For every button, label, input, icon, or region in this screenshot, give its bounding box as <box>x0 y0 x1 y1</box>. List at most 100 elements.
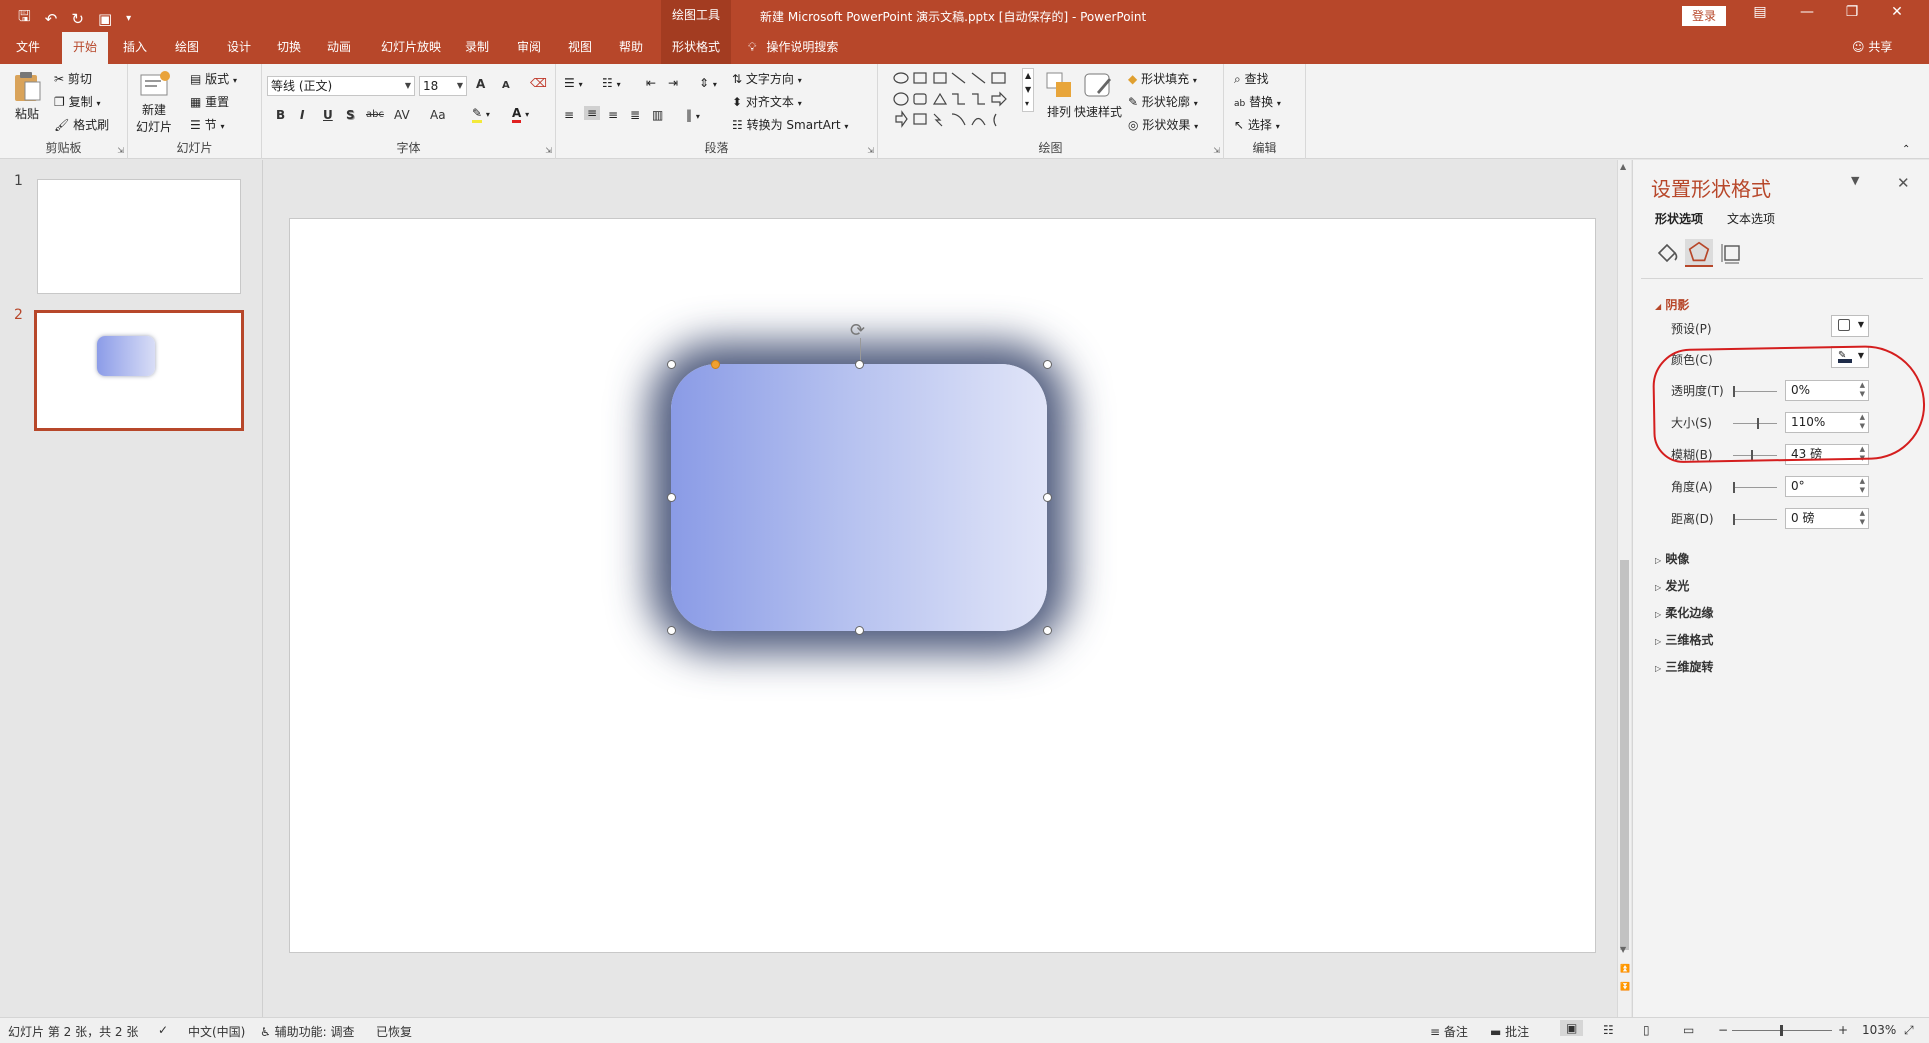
distance-slider[interactable] <box>1733 514 1777 525</box>
customize-icon[interactable]: ▾ <box>126 13 131 24</box>
bullets-button[interactable]: ☰ ▾ <box>564 76 583 90</box>
zoom-slider-thumb[interactable] <box>1780 1025 1783 1036</box>
increase-indent-icon[interactable]: ⇥ <box>668 76 678 90</box>
distribute-icon[interactable]: ▥ <box>652 108 663 122</box>
dialog-launcher-icon[interactable]: ⇲ <box>867 146 874 155</box>
slide-thumbnail-1[interactable] <box>37 179 241 294</box>
accessibility-status[interactable]: ♿︎ 辅助功能: 调查 <box>260 1023 354 1040</box>
paste-button[interactable]: 粘贴 <box>12 70 42 122</box>
align-center-icon[interactable]: ≡ <box>584 106 601 120</box>
angle-input[interactable]: 0° ▲ ▼ <box>1785 476 1869 497</box>
reset-button[interactable]: ▦ 重置 <box>190 93 229 110</box>
tab-transitions[interactable]: 切换 <box>264 32 314 64</box>
shapes-gallery[interactable] <box>892 70 1020 132</box>
new-slide-button[interactable]: 新建 幻灯片 <box>136 70 172 135</box>
reading-view-icon[interactable]: ▯ <box>1643 1023 1650 1037</box>
align-left-icon[interactable]: ≡ <box>564 108 574 122</box>
clear-format-icon[interactable]: ⌫ <box>530 76 547 90</box>
underline-button[interactable]: U <box>323 108 333 122</box>
spinner-arrows-icon[interactable]: ▲ ▼ <box>1860 509 1865 527</box>
text-shadow-button[interactable]: S <box>346 108 355 122</box>
align-right-icon[interactable]: ≡ <box>608 108 618 122</box>
change-case-button[interactable]: Aa <box>430 108 446 122</box>
align-text-button[interactable]: ⬍ 对齐文本 ▾ <box>732 93 802 110</box>
zoom-out-icon[interactable]: − <box>1718 1023 1728 1037</box>
tab-draw[interactable]: 绘图 <box>162 32 212 64</box>
scrollbar-thumb[interactable] <box>1620 560 1629 950</box>
section-3d-rotation[interactable]: ▷ 三维旋转 <box>1655 658 1713 675</box>
slideshow-view-icon[interactable]: ▭ <box>1683 1023 1694 1037</box>
rotate-handle-icon[interactable]: ⟳ <box>850 320 865 341</box>
arrange-button[interactable]: 排列 <box>1044 70 1074 120</box>
resize-handle-bottom-right[interactable] <box>1043 626 1052 635</box>
text-direction-button[interactable]: ⇅ 文字方向 ▾ <box>732 70 802 87</box>
find-button[interactable]: ⌕ 查找 <box>1234 70 1269 87</box>
tab-design[interactable]: 设计 <box>214 32 264 64</box>
copy-button[interactable]: ❐ 复制 ▾ <box>54 93 100 110</box>
tab-shape-options[interactable]: 形状选项 <box>1655 210 1703 227</box>
quick-styles-button[interactable]: 快速样式 <box>1074 70 1122 120</box>
section-soft-edges[interactable]: ▷ 柔化边缘 <box>1655 604 1713 621</box>
save-icon[interactable]: 🖫 <box>18 6 31 31</box>
preset-picker[interactable]: ▼ <box>1831 315 1869 337</box>
close-icon[interactable]: ✕ <box>1882 4 1912 20</box>
font-size-combo[interactable]: 18 ▼ <box>419 76 467 96</box>
redo-icon[interactable]: ↻ <box>71 10 84 28</box>
login-button[interactable]: 登录 <box>1682 6 1726 26</box>
section-reflection[interactable]: ▷ 映像 <box>1655 550 1689 567</box>
resize-handle-left[interactable] <box>667 493 676 502</box>
tab-review[interactable]: 审阅 <box>504 32 554 64</box>
tab-slideshow[interactable]: 幻灯片放映 <box>370 32 452 64</box>
fill-line-icon[interactable] <box>1653 239 1681 267</box>
collapse-ribbon-icon[interactable]: ⌃ <box>1902 144 1910 155</box>
section-button[interactable]: ☰ 节 ▾ <box>190 116 224 133</box>
slide-sorter-icon[interactable]: ☷ <box>1603 1023 1614 1037</box>
spellcheck-icon[interactable]: ✓ <box>158 1023 168 1037</box>
share-button[interactable]: ☺ 共享 <box>1852 32 1892 64</box>
normal-view-icon[interactable]: ▣ <box>1560 1020 1584 1036</box>
tab-help[interactable]: 帮助 <box>606 32 656 64</box>
resize-handle-bottom[interactable] <box>855 626 864 635</box>
scroll-up-icon[interactable]: ▲ <box>1620 162 1626 171</box>
tell-me-search[interactable]: 💡︎ 操作说明搜索 <box>748 32 838 64</box>
next-slide-icon[interactable]: ⏬ <box>1620 982 1630 991</box>
angle-slider[interactable] <box>1733 482 1777 493</box>
spinner-arrows-icon[interactable]: ▲ ▼ <box>1860 477 1865 495</box>
undo-icon[interactable]: ↶ <box>45 10 58 28</box>
slider-thumb[interactable] <box>1733 514 1735 525</box>
resize-handle-right[interactable] <box>1043 493 1052 502</box>
size-properties-icon[interactable] <box>1717 239 1745 267</box>
bold-button[interactable]: B <box>276 108 285 122</box>
shrink-font-button[interactable]: A <box>502 80 510 91</box>
present-icon[interactable]: ▣ <box>98 10 112 28</box>
shape-fill-button[interactable]: ◆ 形状填充 ▾ <box>1128 70 1197 87</box>
slider-thumb[interactable] <box>1733 482 1735 493</box>
zoom-in-icon[interactable]: + <box>1838 1023 1848 1037</box>
fit-to-window-icon[interactable]: ⤢ <box>1904 1023 1914 1038</box>
strikethrough-button[interactable]: abc <box>366 109 384 120</box>
ribbon-display-icon[interactable]: ▤ <box>1745 4 1775 20</box>
dialog-launcher-icon[interactable]: ⇲ <box>1213 146 1220 155</box>
smartart-button[interactable]: ☷ 转换为 SmartArt ▾ <box>732 116 848 133</box>
resize-handle-top-left[interactable] <box>667 360 676 369</box>
resize-handle-top-right[interactable] <box>1043 360 1052 369</box>
tab-text-options[interactable]: 文本选项 <box>1727 210 1775 227</box>
notes-button[interactable]: ≡ 备注 <box>1430 1023 1468 1040</box>
replace-button[interactable]: ab 替换 ▾ <box>1234 93 1281 110</box>
numbering-button[interactable]: ☷ ▾ <box>602 76 621 90</box>
justify-icon[interactable]: ≣ <box>630 108 640 122</box>
section-glow[interactable]: ▷ 发光 <box>1655 577 1689 594</box>
dialog-launcher-icon[interactable]: ⇲ <box>117 146 124 155</box>
line-spacing-button[interactable]: ⇕ ▾ <box>699 76 717 90</box>
char-spacing-button[interactable]: AV <box>394 108 410 122</box>
shape-outline-button[interactable]: ✎ 形状轮廓 ▾ <box>1128 93 1198 110</box>
shapes-gallery-scroll[interactable]: ▲ ▼ ▾ <box>1022 68 1035 112</box>
comments-button[interactable]: ▬ 批注 <box>1490 1023 1529 1040</box>
tab-animations[interactable]: 动画 <box>314 32 364 64</box>
section-shadow[interactable]: ◢ 阴影 <box>1655 296 1689 313</box>
section-3d-format[interactable]: ▷ 三维格式 <box>1655 631 1713 648</box>
columns-button[interactable]: ‖ ▾ <box>686 108 700 122</box>
language-indicator[interactable]: 中文(中国) <box>188 1023 245 1040</box>
layout-button[interactable]: ▤ 版式 ▾ <box>190 70 237 87</box>
italic-button[interactable]: I <box>300 108 304 122</box>
